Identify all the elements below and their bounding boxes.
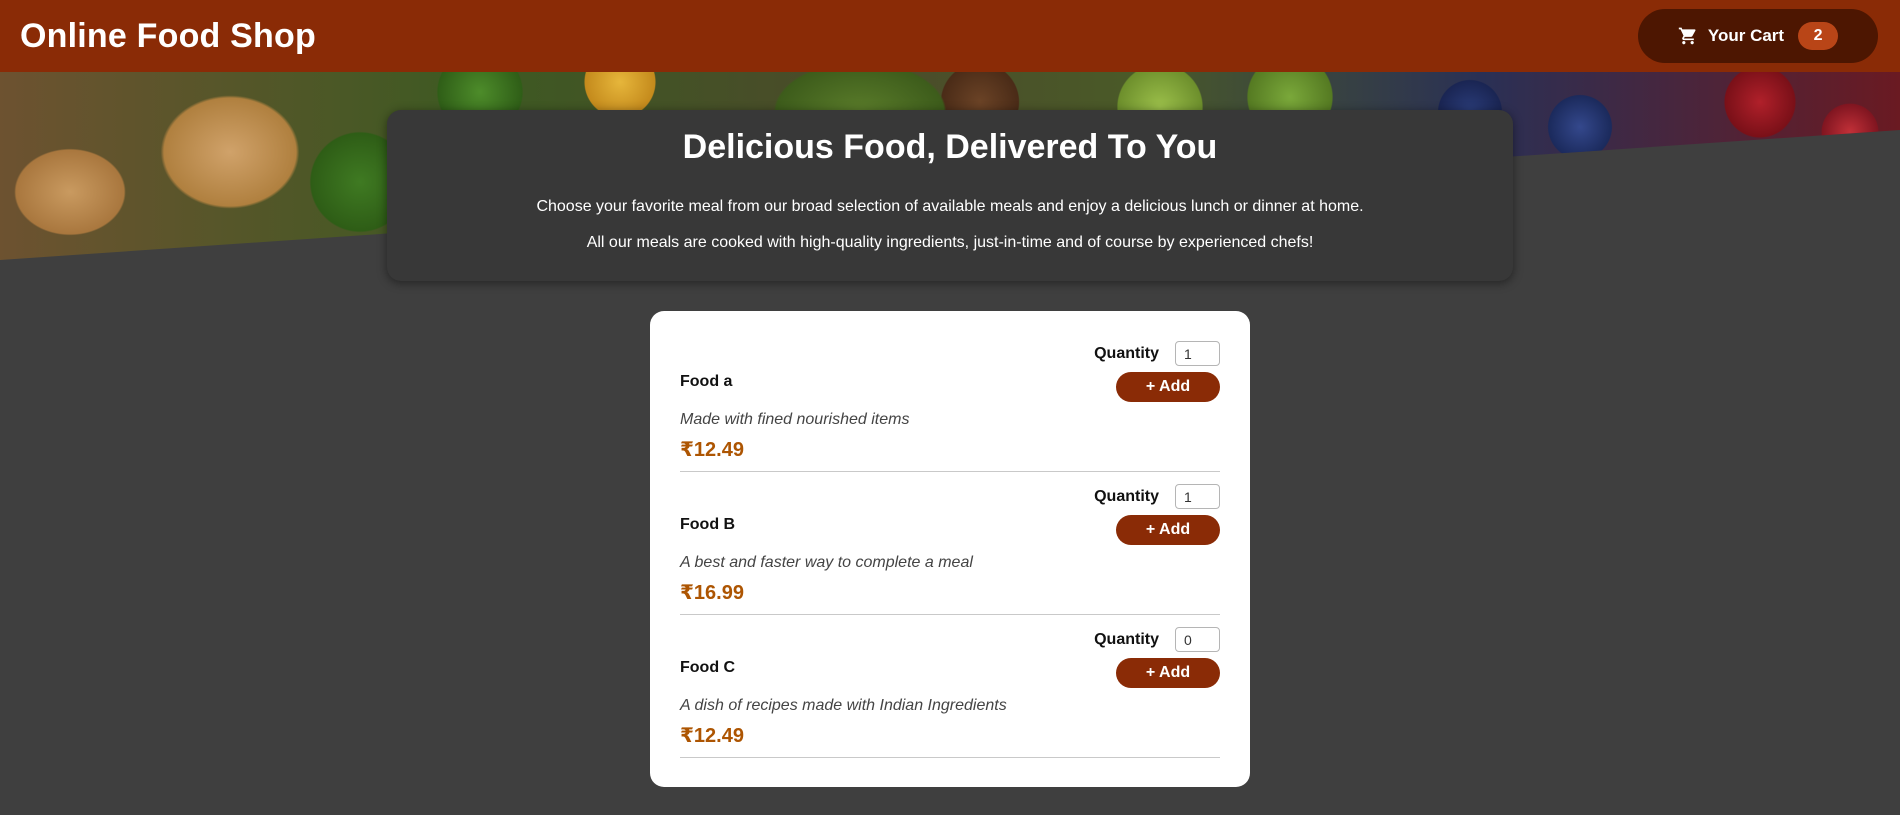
summary-text-2: All our meals are cooked with high-quali…	[586, 234, 1314, 251]
meals-summary: Delicious Food, Delivered To You Choose …	[387, 110, 1513, 281]
add-button[interactable]: + Add	[1116, 658, 1220, 688]
quantity-label: Quantity	[1094, 630, 1159, 648]
quantity-row: Quantity	[1094, 627, 1220, 652]
meal-info: Food a Made with fined nourished items ₹…	[680, 329, 909, 471]
quantity-input[interactable]	[1175, 484, 1220, 509]
meal-name: Food a	[680, 373, 733, 390]
meal-price: ₹12.49	[680, 439, 744, 461]
summary-text-1: Choose your favorite meal from our broad…	[536, 198, 1364, 215]
quantity-input[interactable]	[1175, 627, 1220, 652]
meal-info: Food B A best and faster way to complete…	[680, 472, 973, 614]
meal-form: Quantity + Add	[1094, 615, 1220, 757]
meal-name: Food C	[680, 659, 736, 676]
meal-price: ₹16.99	[680, 582, 744, 604]
quantity-row: Quantity	[1094, 341, 1220, 366]
cart-button[interactable]: Your Cart 2	[1638, 9, 1878, 63]
cart-icon	[1678, 26, 1698, 46]
quantity-label: Quantity	[1094, 487, 1159, 505]
cart-label: Your Cart	[1707, 26, 1785, 45]
meal-description: Made with fined nourished items	[680, 411, 910, 428]
add-button[interactable]: + Add	[1116, 372, 1220, 402]
meal-form: Quantity + Add	[1094, 329, 1220, 471]
meal-info: Food C A dish of recipes made with India…	[680, 615, 1007, 757]
add-button[interactable]: + Add	[1116, 515, 1220, 545]
quantity-input[interactable]	[1175, 341, 1220, 366]
meal-item: Food a Made with fined nourished items ₹…	[680, 329, 1220, 472]
meal-form: Quantity + Add	[1094, 472, 1220, 614]
cart-count-badge: 2	[1798, 22, 1839, 50]
quantity-label: Quantity	[1094, 344, 1159, 362]
meal-description: A dish of recipes made with Indian Ingre…	[680, 697, 1007, 714]
meal-name: Food B	[680, 516, 736, 533]
quantity-row: Quantity	[1094, 484, 1220, 509]
app-header: Online Food Shop Your Cart 2	[0, 0, 1900, 72]
meal-description: A best and faster way to complete a meal	[680, 554, 973, 571]
summary-heading: Delicious Food, Delivered To You	[682, 128, 1218, 166]
meal-price: ₹12.49	[680, 725, 744, 747]
app-title: Online Food Shop	[20, 16, 316, 55]
meal-item: Food B A best and faster way to complete…	[680, 472, 1220, 615]
meals-list: Food a Made with fined nourished items ₹…	[650, 311, 1250, 787]
meal-item: Food C A dish of recipes made with India…	[680, 615, 1220, 758]
